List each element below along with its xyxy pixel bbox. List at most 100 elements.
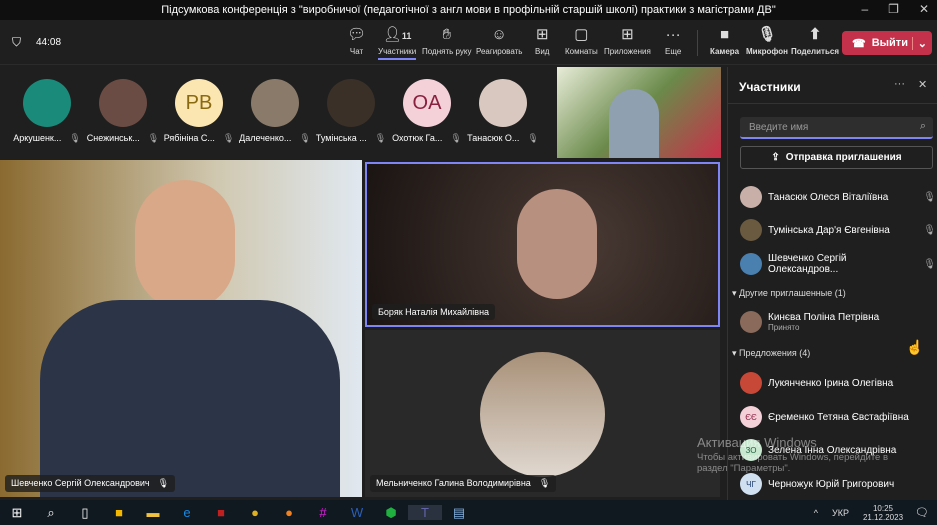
gallery-participant[interactable]: Танасюк О... 🎙︎: [467, 79, 539, 144]
share-icon: ⇪: [771, 152, 780, 163]
search-input[interactable]: Введите имя ⌕: [740, 117, 933, 139]
mic-off-icon: 🎙︎: [69, 133, 81, 143]
apps-button[interactable]: ⊞ Приложения: [604, 26, 651, 56]
mic-off-icon: 🎙︎: [450, 133, 462, 143]
avatar: [251, 79, 299, 127]
participant-name: Аркушенк...: [13, 133, 62, 143]
gallery-participant[interactable]: Далеченко... 🎙︎: [239, 79, 311, 144]
phone-icon: ☎: [852, 37, 866, 50]
notifications-icon[interactable]: 🗨︎: [915, 506, 929, 519]
section-other-invited[interactable]: ▾ Другие приглашенные (1): [732, 288, 846, 299]
language-indicator[interactable]: УКР: [832, 508, 849, 518]
avatar: [23, 79, 71, 127]
participant-row[interactable]: Тумінська Дар'я Євгенівна 🎙︎: [740, 219, 936, 241]
react-button[interactable]: ☺ Реагировать: [476, 26, 522, 56]
share-icon: ⬆: [808, 26, 822, 43]
panel-title: Участники: [739, 80, 801, 94]
participant-name: Тумінська ...: [315, 133, 367, 143]
leave-button[interactable]: ☎ Выйти ⌄: [842, 31, 932, 55]
chat-button[interactable]: 💬︎ Чат: [347, 26, 366, 56]
minimize-icon[interactable]: –: [861, 2, 868, 16]
hashtag-icon[interactable]: #: [306, 505, 340, 520]
more-icon[interactable]: ···: [894, 78, 905, 90]
mic-button[interactable]: 🎙︎ Микрофон: [746, 26, 788, 56]
suggestion-row[interactable]: ЧГ Черножук Юрій Григорович: [740, 473, 936, 495]
more-icon: ···: [665, 26, 681, 43]
clock[interactable]: 10:25 21.12.2023: [863, 504, 903, 522]
video-name-label: Боряк Наталія Михайлівна: [372, 304, 496, 320]
task-view-icon[interactable]: ▯: [68, 505, 102, 521]
participant-name: Охотюк Га...: [392, 133, 443, 143]
windows-start-icon[interactable]: ⊞: [0, 505, 34, 521]
divider: [728, 103, 937, 104]
plus-icon: ⊞: [621, 26, 634, 43]
participant-name: Рябініна С...: [163, 133, 215, 143]
participant-name: Снежинськ...: [86, 133, 140, 143]
person-video: [609, 89, 659, 158]
mic-icon: 🎙︎: [757, 26, 777, 43]
suggestion-row[interactable]: Лукянченко Ірина Олегівна: [740, 372, 936, 394]
participant-row[interactable]: Шевченко Сергій Олександров... 🎙︎: [740, 253, 936, 275]
shield-icon: ⛉: [12, 35, 22, 49]
chat-icon: 💬︎: [347, 26, 367, 43]
participant-row[interactable]: Кинєва Поліна Петрівна Принято: [740, 311, 936, 333]
edge-icon[interactable]: e: [170, 505, 204, 520]
avatar: [740, 311, 762, 333]
rooms-button[interactable]: ▢ Комнаты: [565, 26, 598, 56]
search-icon[interactable]: ⌕: [34, 505, 68, 521]
share-button[interactable]: ⬆ Поделиться: [791, 26, 839, 56]
smile-icon: ☺: [491, 26, 507, 43]
suggestion-row[interactable]: ЄЄ Єременко Тетяна Євстафіївна: [740, 406, 936, 428]
tray-chevron-icon[interactable]: ^: [814, 508, 818, 518]
close-icon[interactable]: ✕: [918, 78, 927, 91]
title-bar: Підсумкова конференція з "виробничої (пе…: [0, 0, 937, 20]
raise-hand-button[interactable]: ✋︎ Поднять руку: [422, 26, 471, 56]
more-button[interactable]: ··· Еще: [665, 26, 681, 56]
vpn-icon[interactable]: ●: [272, 505, 306, 520]
avatar: [740, 219, 762, 241]
gallery-participant[interactable]: OA Охотюк Га... 🎙︎: [392, 79, 462, 144]
search-icon: ⌕: [919, 120, 926, 132]
people-icon: 👤︎11: [382, 26, 412, 43]
avatar: PB: [175, 79, 223, 127]
meeting-timer: 44:08: [36, 37, 62, 48]
person-face: [517, 189, 597, 299]
network-app-icon[interactable]: ▤: [442, 505, 476, 521]
participant-row[interactable]: Танасюк Олеся Віталіївна 🎙︎: [740, 186, 936, 208]
video-tile-small[interactable]: [557, 67, 721, 158]
chevron-down-icon[interactable]: ⌄: [911, 36, 932, 50]
acrobat-icon[interactable]: ■: [204, 505, 238, 520]
restore-icon[interactable]: ❐: [888, 2, 899, 16]
video-tile-third[interactable]: Мельниченко Галина Володимирівна 🎙︎: [365, 330, 720, 497]
gallery-participant[interactable]: Снежинськ... 🎙︎: [86, 79, 159, 144]
teams-icon[interactable]: T: [408, 505, 442, 520]
file-explorer-icon[interactable]: ▬: [136, 505, 170, 520]
video-tile-speaker[interactable]: Боряк Наталія Михайлівна: [365, 162, 720, 327]
chrome-icon[interactable]: ●: [238, 505, 272, 520]
participants-button[interactable]: 👤︎11 Участники: [378, 26, 417, 60]
send-invite-button[interactable]: ⇪ Отправка приглашения: [740, 146, 933, 169]
mic-off-icon: 🎙︎: [923, 191, 936, 203]
avatar: [740, 186, 762, 208]
gallery-participant[interactable]: Тумінська ... 🎙︎: [316, 79, 386, 144]
camera-icon: ■: [720, 26, 730, 43]
view-button[interactable]: ⊞ Вид: [535, 26, 549, 56]
word-icon[interactable]: W: [340, 505, 374, 520]
mic-off-icon: 🎙︎: [157, 478, 170, 488]
participant-name: Танасюк О...: [467, 133, 520, 143]
divider: [697, 30, 698, 56]
store-icon[interactable]: ■: [102, 505, 136, 520]
app-icon[interactable]: ⬢: [374, 505, 408, 521]
camera-button[interactable]: ■ Камера: [710, 26, 739, 56]
avatar: [327, 79, 375, 127]
meeting-toolbar: ⛉ 44:08 💬︎ Чат 👤︎11 Участники ✋︎ Поднять ру…: [0, 20, 937, 65]
mic-off-icon: 🎙︎: [538, 478, 551, 488]
mic-off-icon: 🎙︎: [527, 133, 539, 143]
gallery-participant[interactable]: PB Рябініна С... 🎙︎: [164, 79, 234, 144]
video-name-label: Шевченко Сергій Олександрович 🎙︎: [5, 475, 176, 492]
section-suggestions[interactable]: ▾ Предложения (4): [732, 348, 810, 359]
gallery-participant[interactable]: Аркушенк... 🎙︎: [12, 79, 82, 144]
close-icon[interactable]: ✕: [919, 2, 929, 16]
watermark-text: Чтобы активировать Windows, перейдите в …: [697, 452, 889, 474]
video-tile-main[interactable]: Шевченко Сергій Олександрович 🎙︎: [0, 160, 362, 497]
